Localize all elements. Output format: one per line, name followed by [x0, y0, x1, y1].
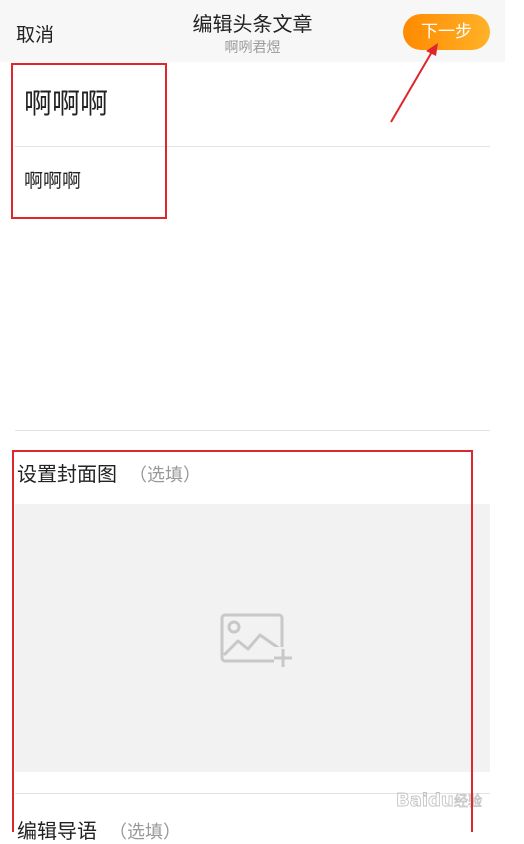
baidu-jingyan-watermark: Baidu 经验	[396, 790, 482, 812]
top-bar: 取消 编辑头条文章 啊咧君煜 下一步	[0, 0, 505, 62]
next-step-button[interactable]: 下一步	[403, 14, 490, 50]
cover-image-label-text: 设置封面图	[17, 462, 117, 486]
intro-label[interactable]: 编辑导语 （选填）	[17, 815, 181, 844]
article-title-input[interactable]: 啊啊啊	[24, 82, 108, 122]
intro-label-text: 编辑导语	[17, 819, 97, 843]
cover-optional-hint: （选填）	[129, 465, 201, 486]
intro-optional-hint: （选填）	[109, 822, 181, 843]
title-divider	[15, 146, 490, 147]
svg-text:经验: 经验	[454, 794, 482, 810]
article-body-input[interactable]: 啊啊啊	[24, 166, 81, 193]
svg-text:Baidu: Baidu	[396, 790, 454, 811]
cover-image-label: 设置封面图 （选填）	[17, 458, 201, 487]
add-image-icon[interactable]	[220, 613, 292, 669]
content-divider	[15, 430, 490, 431]
